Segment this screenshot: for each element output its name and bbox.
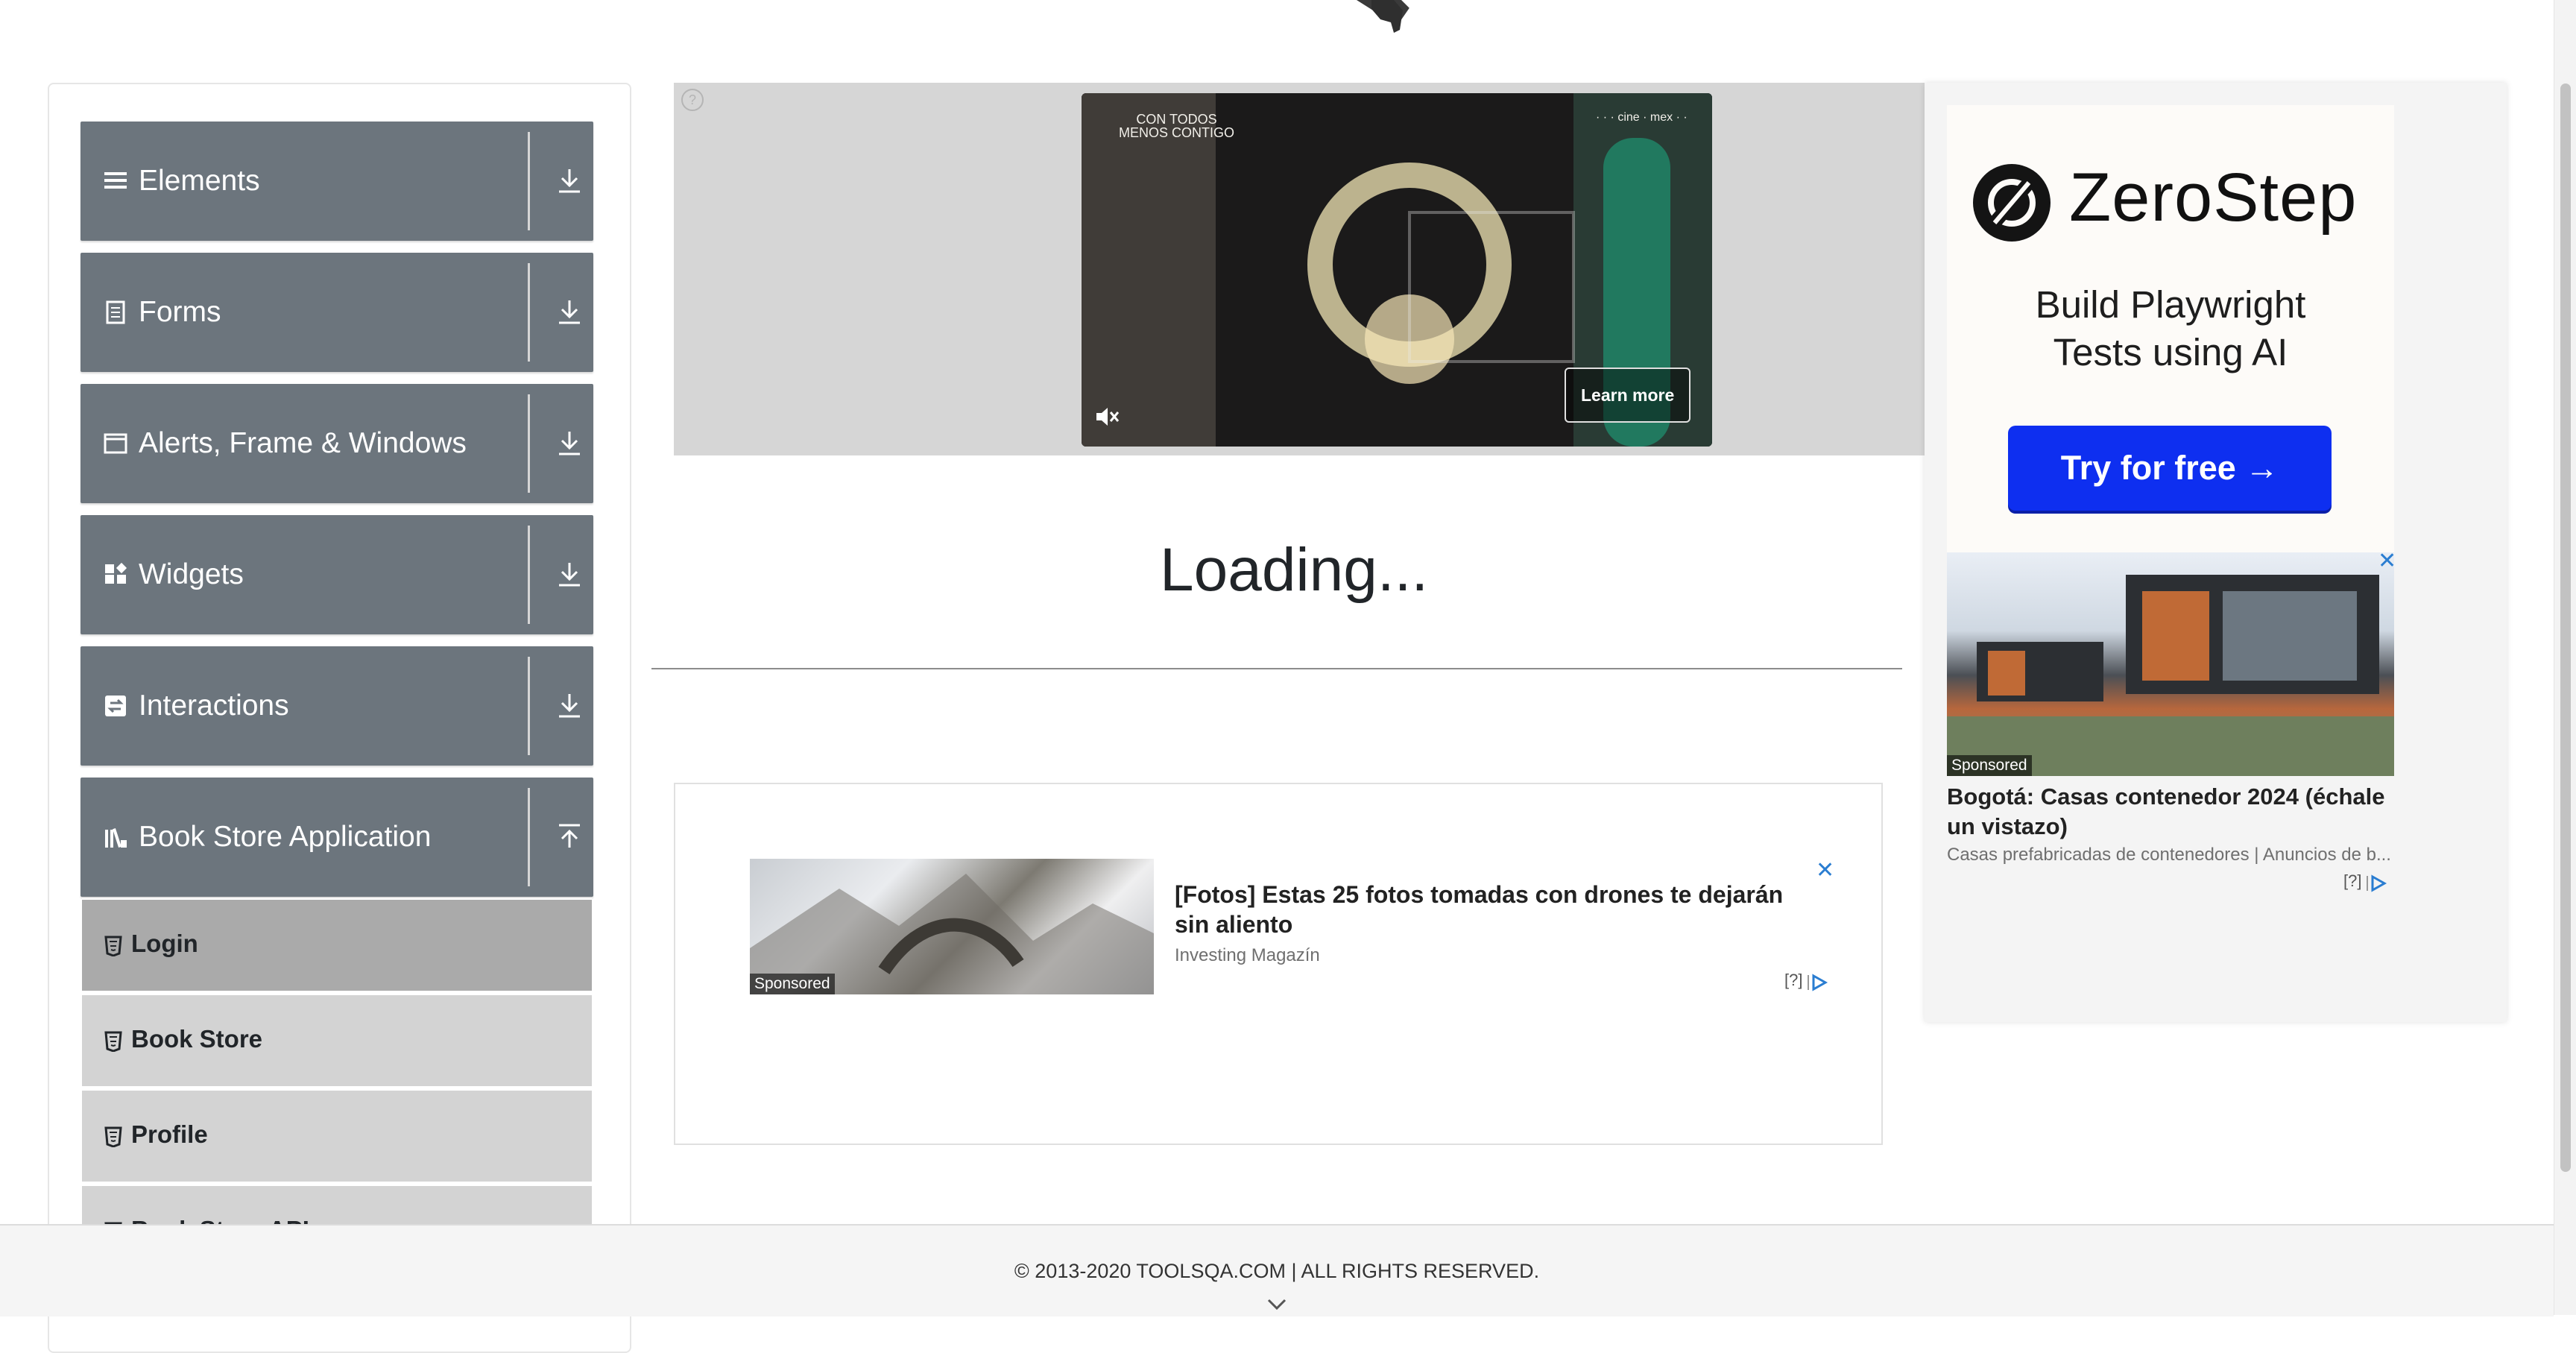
- zerostep-ad[interactable]: ZeroStep Build Playwright Tests using AI…: [1947, 105, 2394, 552]
- menu-item-book-store[interactable]: Book Store: [82, 994, 592, 1086]
- download-arrow-icon[interactable]: [553, 296, 586, 329]
- download-arrow-icon[interactable]: [553, 427, 586, 460]
- group-label: Book Store Application: [139, 821, 432, 853]
- left-sidebar: Elements Forms Alerts, Frame & Windows W…: [48, 83, 631, 1353]
- tagline-line2: Tests using AI: [2053, 331, 2288, 373]
- ad-info-icon[interactable]: ?: [681, 89, 704, 111]
- interactions-icon: [105, 696, 126, 716]
- tagline-line1: Build Playwright: [2035, 283, 2306, 326]
- ad-title[interactable]: Bogotá: Casas contenedor 2024 (échale un…: [1947, 782, 2394, 842]
- group-label: Widgets: [139, 558, 244, 590]
- adchoices-icon[interactable]: [1806, 974, 1828, 991]
- right-sidebar-ad[interactable]: ZeroStep Build Playwright Tests using AI…: [1925, 83, 2507, 1022]
- group-alerts-frame-windows[interactable]: Alerts, Frame & Windows: [80, 384, 593, 503]
- video-ad-banner[interactable]: ? CON TODOS MENOS CONTIGO · · · cine · m…: [674, 83, 1925, 455]
- form-icon: [106, 300, 125, 324]
- container-house-icon: [1947, 575, 2394, 776]
- window-icon: [104, 433, 127, 454]
- widgets-icon: [105, 562, 127, 584]
- chevron-down-icon[interactable]: [1266, 1297, 1288, 1312]
- ad-source: Casas prefabricadas de contenedores | An…: [1947, 845, 2391, 865]
- menu-item-profile[interactable]: Profile: [82, 1089, 592, 1182]
- try-for-free-button[interactable]: Try for free →: [2008, 426, 2332, 511]
- group-label: Elements: [139, 165, 260, 197]
- group-widgets[interactable]: Widgets: [80, 515, 593, 634]
- library-icon: [105, 828, 127, 848]
- ad-source: Investing Magazín: [1175, 945, 1320, 965]
- upload-arrow-icon[interactable]: [553, 821, 586, 854]
- ad-thumbnail[interactable]: Sponsored: [750, 859, 1154, 994]
- divider: [528, 788, 530, 886]
- zerostep-tagline: Build Playwright Tests using AI: [1947, 281, 2394, 376]
- group-label: Alerts, Frame & Windows: [139, 427, 467, 459]
- adchoices-icon[interactable]: [2365, 874, 2387, 892]
- learn-more-button[interactable]: Learn more: [1565, 368, 1691, 423]
- horizontal-rule: [651, 668, 1902, 669]
- loading-text: Loading...: [1160, 536, 1429, 604]
- group-forms[interactable]: Forms: [80, 253, 593, 372]
- html5-icon: [104, 936, 122, 956]
- hamburger-icon: [104, 172, 127, 189]
- divider: [528, 657, 530, 755]
- menu-item-label: Profile: [131, 1120, 208, 1148]
- page-footer: © 2013-2020 TOOLSQA.COM | ALL RIGHTS RES…: [0, 1224, 2554, 1316]
- divider: [528, 132, 530, 230]
- group-elements[interactable]: Elements: [80, 122, 593, 241]
- menu-item-login[interactable]: Login: [82, 898, 592, 991]
- group-label: Forms: [139, 296, 221, 328]
- group-interactions[interactable]: Interactions: [80, 646, 593, 766]
- toolsqa-logo-fragment-icon: [1357, 0, 1409, 33]
- adchoice-help[interactable]: [?]: [1784, 971, 1802, 989]
- ad-video[interactable]: CON TODOS MENOS CONTIGO · · · cine · mex…: [1082, 93, 1712, 447]
- divider: [528, 263, 530, 362]
- close-icon[interactable]: ✕: [1816, 857, 1834, 883]
- mute-icon[interactable]: [1093, 403, 1120, 430]
- menu-item-label: Book Store: [131, 1025, 263, 1053]
- sponsored-label: Sponsored: [750, 974, 835, 994]
- adchoices[interactable]: [?]: [2343, 871, 2387, 892]
- divider: [528, 526, 530, 624]
- divider: [528, 394, 530, 493]
- sponsored-label: Sponsored: [1947, 755, 2032, 776]
- ad-corner-text: CON TODOS MENOS CONTIGO: [1119, 112, 1235, 140]
- adchoice-help[interactable]: [?]: [2343, 871, 2361, 890]
- adchoices[interactable]: [?]: [1784, 971, 1828, 991]
- scrollbar-thumb[interactable]: [2560, 83, 2571, 1172]
- html5-icon: [104, 1126, 122, 1147]
- copyright-text: © 2013-2020 TOOLSQA.COM | ALL RIGHTS RES…: [1014, 1260, 1540, 1282]
- zerostep-brand: ZeroStep: [2069, 160, 2358, 236]
- close-icon[interactable]: ✕: [2378, 548, 2396, 574]
- ad-title[interactable]: [Fotos] Estas 25 fotos tomadas con drone…: [1175, 880, 1816, 939]
- group-book-store-application[interactable]: Book Store Application: [80, 778, 593, 897]
- download-arrow-icon[interactable]: [553, 690, 586, 722]
- vertical-scrollbar[interactable]: [2554, 0, 2576, 1315]
- zerostep-logo-icon: [1973, 164, 2051, 242]
- native-ad-mid[interactable]: Sponsored [Fotos] Estas 25 fotos tomadas…: [674, 783, 1883, 1145]
- menu-item-label: Login: [131, 930, 198, 957]
- container-house-image[interactable]: Sponsored: [1947, 552, 2394, 776]
- ad-brand-text: · · · cine · mex · ·: [1596, 111, 1688, 124]
- download-arrow-icon[interactable]: [553, 558, 586, 591]
- html5-icon: [104, 1031, 122, 1052]
- download-arrow-icon[interactable]: [553, 165, 586, 198]
- group-label: Interactions: [139, 690, 289, 722]
